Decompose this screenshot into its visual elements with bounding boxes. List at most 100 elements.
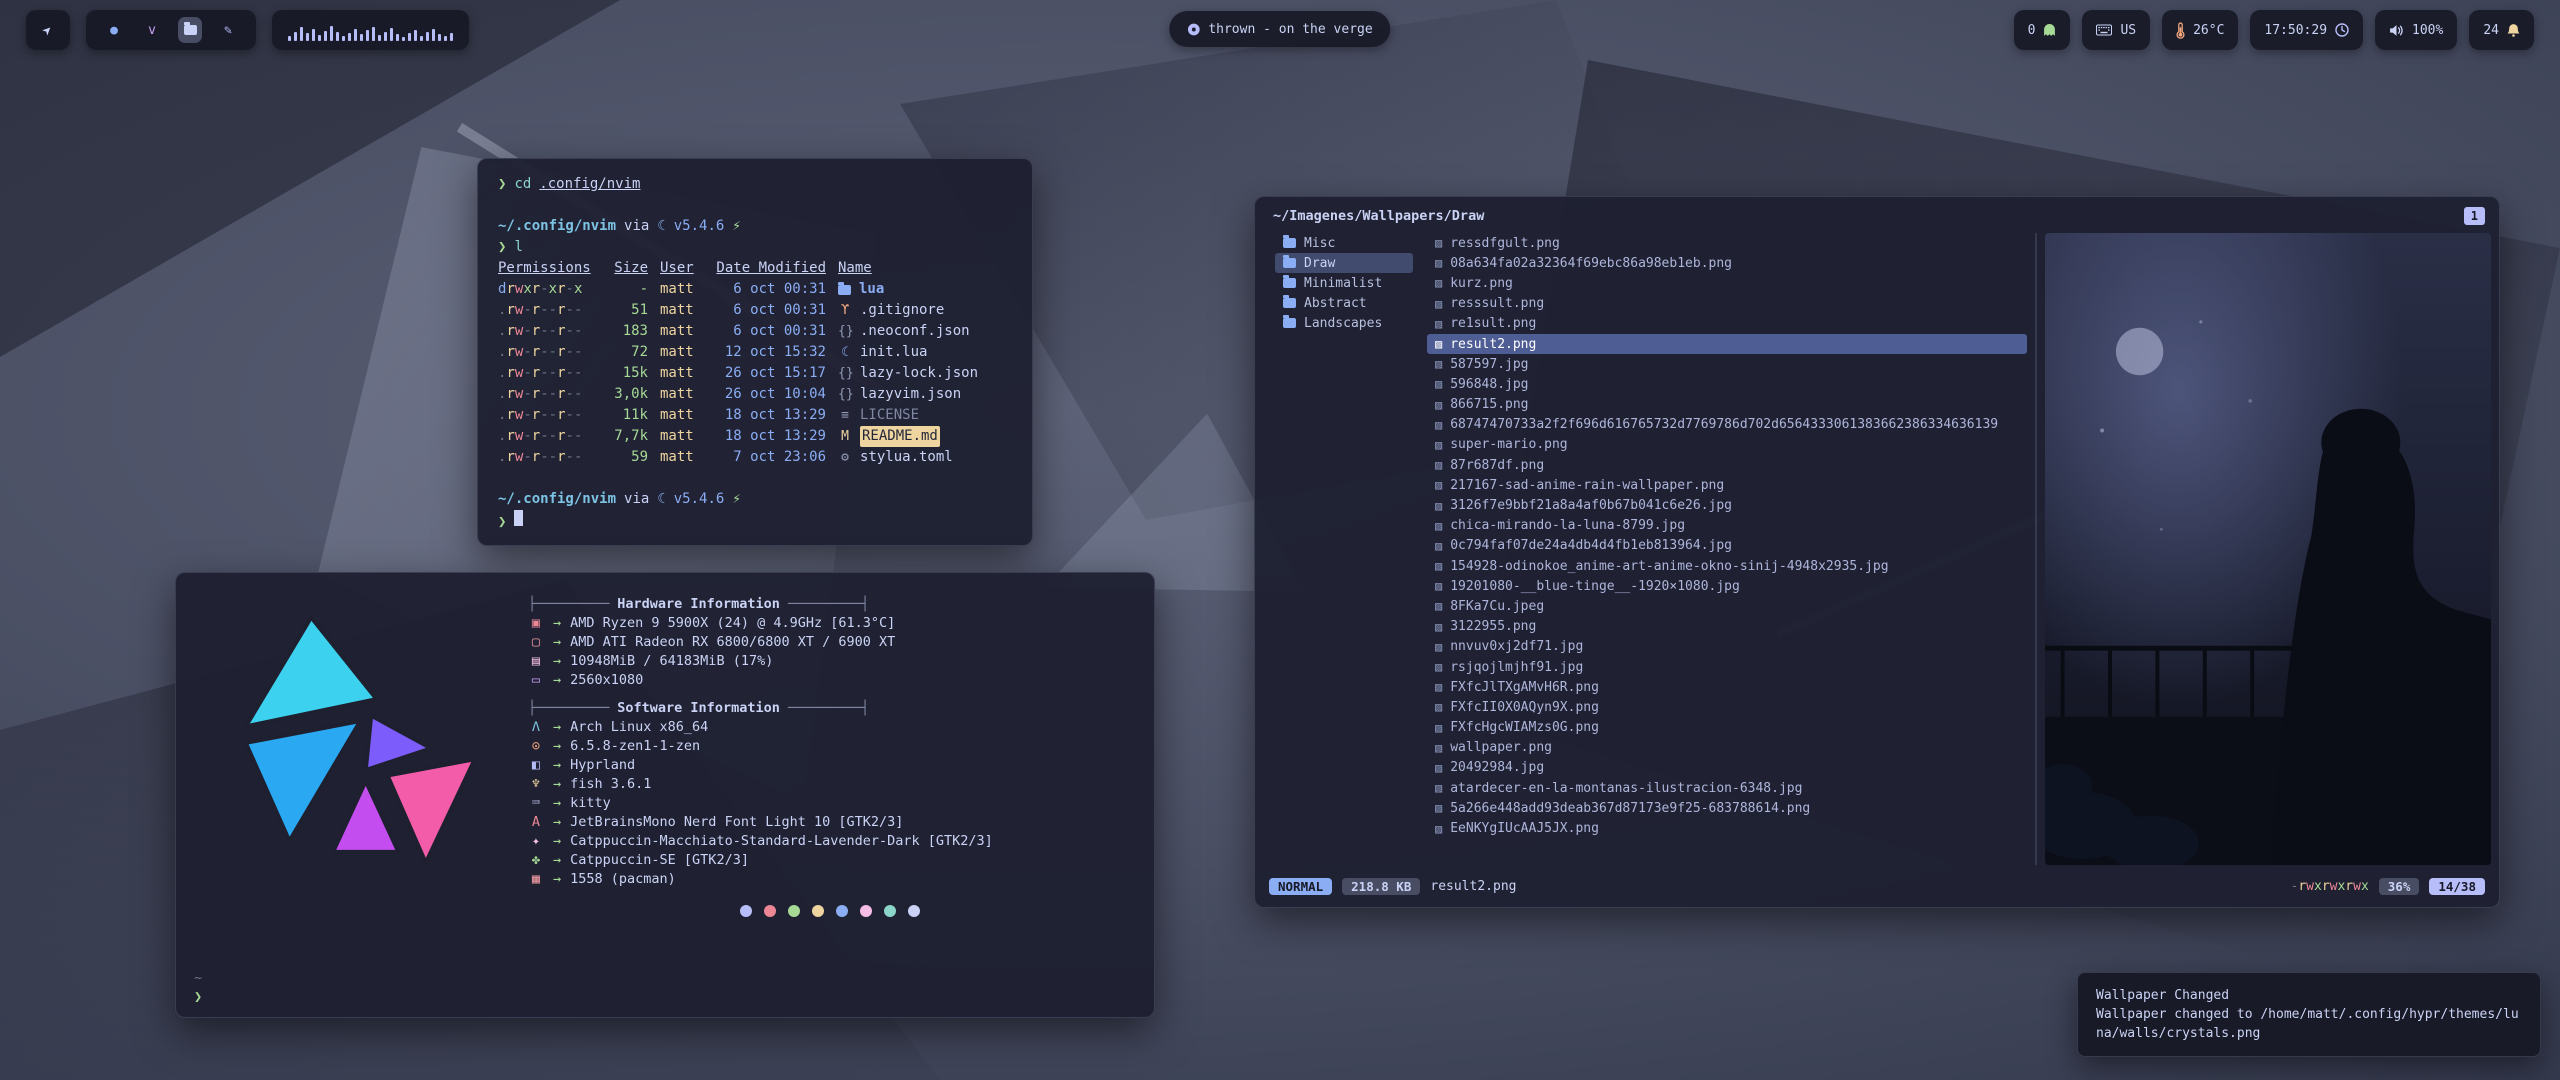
file-item[interactable]: ▨596848.jpg [1427, 374, 2027, 394]
clock-module[interactable]: 17:50:29 [2250, 10, 2363, 50]
file-item[interactable]: ▨0c794faf07de24a4db4d4fb1eb813964.jpg [1427, 536, 2027, 556]
file-name-cell: ⚙stylua.toml [838, 447, 1012, 468]
preview-pane [2035, 233, 2491, 865]
file-name: rsjqojlmjhf91.jpg [1450, 660, 1583, 675]
file-item[interactable]: ▨resssult.png [1427, 294, 2027, 314]
file-item[interactable]: ▨re1sult.png [1427, 314, 2027, 334]
file-item[interactable]: ▨5a266e448add93deab367d87173e9f25-683788… [1427, 798, 2027, 818]
viz-bar [414, 30, 417, 41]
media-module[interactable]: thrown - on the verge [1169, 11, 1390, 47]
prompt-path: ~ [194, 969, 202, 988]
file-item[interactable]: ▨super-mario.png [1427, 435, 2027, 455]
file-item[interactable]: ▨atardecer-en-la-montanas-ilustracion-63… [1427, 778, 2027, 798]
folder-name: Misc [1304, 236, 1335, 251]
file-name-cell: {}lazy-lock.json [838, 363, 1012, 384]
image-file-icon: ▨ [1435, 519, 1442, 533]
file-permissions: .rw-r--r-- [498, 447, 590, 468]
sidebar-folder[interactable]: Abstract [1275, 293, 1413, 313]
ls-row: .rw-r--r--15kmatt26 oct 15:17{}lazy-lock… [498, 363, 1012, 384]
sidebar-folder[interactable]: Misc [1275, 233, 1413, 253]
file-item[interactable]: ▨wallpaper.png [1427, 738, 2027, 758]
file-permissions: .rw-r--r-- [498, 426, 590, 447]
updates-module[interactable]: 0 [2014, 10, 2071, 50]
file-manager-window[interactable]: ~/Imagenes/Wallpapers/Draw 1 MiscDrawMin… [1254, 196, 2500, 908]
file-item[interactable]: ▨68747470733a2f2f696d616765732d7769786d7… [1427, 415, 2027, 435]
image-file-icon: ▨ [1435, 357, 1442, 371]
file-item[interactable]: ▨FXfcJlTXgAMvH6R.png [1427, 677, 2027, 697]
file-item[interactable]: ▨87r687df.png [1427, 455, 2027, 475]
viz-bar [402, 37, 405, 41]
temperature-module[interactable]: 26°C [2162, 10, 2238, 50]
file-item[interactable]: ▨EeNKYgIUcAAJ5JX.png [1427, 818, 2027, 838]
image-file-icon: ▨ [1435, 781, 1442, 795]
file-item[interactable]: ▨rsjqojlmjhf91.jpg [1427, 657, 2027, 677]
file-name-cell: lua [838, 279, 1012, 300]
file-item[interactable]: ▨FXfcII0X0AQyn9X.png [1427, 697, 2027, 717]
file-name: chica-mirando-la-luna-8799.jpg [1450, 518, 1685, 533]
file-item[interactable]: ▨08a634fa02a32364f69ebc86a98eb1eb.png [1427, 253, 2027, 273]
braces-icon: {} [838, 384, 852, 405]
file-owner: matt [660, 447, 702, 468]
workspace-2[interactable]: v [140, 17, 164, 43]
fetch-terminal-window[interactable]: ├───────── Hardware Information ────────… [175, 572, 1155, 1018]
file-item[interactable]: ▨3126f7e9bbf21a8a4af0b67b041c6e26.jpg [1427, 495, 2027, 515]
clock-time: 17:50:29 [2264, 23, 2327, 38]
file-item[interactable]: ▨3122955.png [1427, 617, 2027, 637]
prompt-line[interactable]: ❯ [498, 510, 1012, 533]
file-item[interactable]: ▨217167-sad-anime-rain-wallpaper.png [1427, 475, 2027, 495]
file-item[interactable]: ▨FXfcHgcWIAMzs0G.png [1427, 718, 2027, 738]
keyboard-layout: US [2120, 23, 2136, 38]
file-item[interactable]: ▨result2.png [1427, 334, 2027, 354]
file-name: ressdfgult.png [1450, 236, 1560, 251]
workspace-4[interactable]: ✎ [216, 17, 240, 43]
notifications-module[interactable]: 24 [2469, 10, 2534, 50]
color-swatch [788, 905, 800, 917]
tab-badge[interactable]: 1 [2464, 207, 2485, 225]
audio-visualizer-module[interactable] [272, 10, 469, 50]
file-item[interactable]: ▨8FKa7Cu.jpeg [1427, 596, 2027, 616]
file-name: .gitignore [860, 300, 944, 321]
text-cursor [514, 510, 523, 526]
file-item[interactable]: ▨19201080-__blue-tinge__-1920×1080.jpg [1427, 576, 2027, 596]
arrow-icon: → [553, 794, 561, 813]
viz-bar [306, 33, 309, 41]
file-item[interactable]: ▨nnvuv0xj2df71.jpg [1427, 637, 2027, 657]
sidebar-folder[interactable]: Landscapes [1275, 313, 1413, 333]
file-name: FXfcJlTXgAMvH6R.png [1450, 680, 1599, 695]
arrow-icon: → [553, 671, 561, 690]
media-disc-icon [1187, 23, 1200, 36]
file-name: 8FKa7Cu.jpeg [1450, 599, 1544, 614]
notification-popup[interactable]: Wallpaper Changed Wallpaper changed to /… [2077, 972, 2541, 1057]
file-item[interactable]: ▨154928-odinokoe_anime-art-anime-okno-si… [1427, 556, 2027, 576]
info-line: Λ→Arch Linux x86_64 [528, 718, 1132, 737]
workspace-1[interactable]: ● [102, 17, 126, 43]
terminal-window[interactable]: ❯cd.config/nvim ~/.config/nvimvia☾v5.4.6… [477, 158, 1033, 546]
os-icon: Λ [528, 718, 544, 737]
file-item[interactable]: ▨ressdfgult.png [1427, 233, 2027, 253]
launcher-button[interactable]: ➤ [26, 10, 70, 50]
image-file-icon: ▨ [1435, 458, 1442, 472]
sidebar-folder[interactable]: Minimalist [1275, 273, 1413, 293]
file-item[interactable]: ▨ chica-mirando-la-luna-8799.jpg [1427, 516, 2027, 536]
viz-bar [390, 28, 393, 41]
gpu-icon: ▢ [528, 633, 544, 652]
workspace-3[interactable] [178, 17, 202, 43]
terminal-color-palette [528, 905, 1132, 917]
viz-bar [294, 32, 297, 41]
folder-icon [1283, 318, 1296, 328]
file-item[interactable]: ▨866715.png [1427, 395, 2027, 415]
file-item[interactable]: ▨587597.jpg [1427, 354, 2027, 374]
workspaces-module: ● v ✎ [86, 10, 256, 50]
file-name: .neoconf.json [860, 321, 970, 342]
file-date: 12 oct 15:32 [714, 342, 826, 363]
file-item[interactable]: ▨20492984.jpg [1427, 758, 2027, 778]
status-filename: result2.png [1430, 879, 1516, 894]
volume-module[interactable]: 100% [2375, 10, 2457, 50]
viz-bar [384, 32, 387, 41]
file-name: 154928-odinokoe_anime-art-anime-okno-sin… [1450, 559, 1888, 574]
info-value: kitty [570, 794, 611, 813]
file-item[interactable]: ▨kurz.png [1427, 273, 2027, 293]
file-size-badge: 218.8 KB [1342, 878, 1420, 895]
keyboard-layout-module[interactable]: US [2082, 10, 2150, 50]
sidebar-folder[interactable]: Draw [1275, 253, 1413, 273]
